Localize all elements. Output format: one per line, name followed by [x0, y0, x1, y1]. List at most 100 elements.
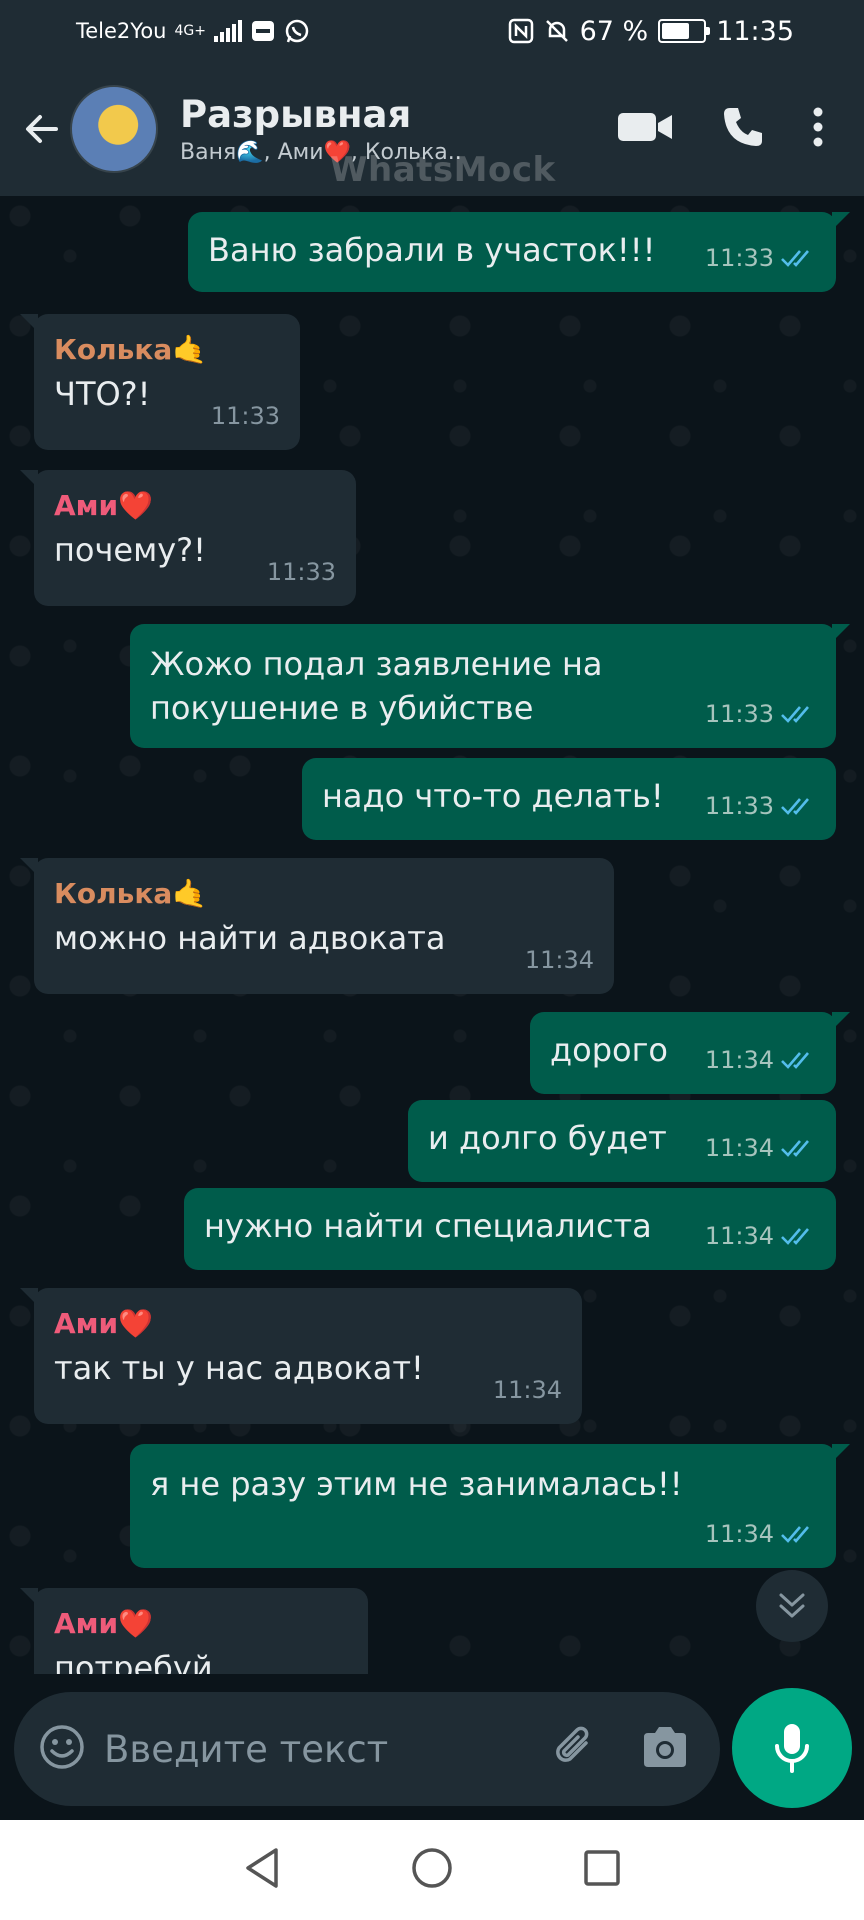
message-outgoing[interactable]: дорого 11:34 — [530, 1012, 850, 1094]
battery-percent: 67 % — [579, 15, 649, 47]
message-input[interactable]: Введите текст — [104, 1728, 548, 1771]
triangle-back-icon — [246, 1848, 278, 1888]
video-camera-icon — [618, 113, 672, 141]
camera-icon — [644, 1727, 686, 1767]
message-time: 11:33 — [704, 792, 774, 820]
read-ticks-icon — [781, 798, 809, 815]
message-outgoing[interactable]: и долго будет 11:34 — [408, 1100, 836, 1182]
message-incoming[interactable]: Ами❤️ почему?! 11:33 — [20, 470, 356, 606]
message-incoming[interactable]: Ами❤️ потребуй — [20, 1588, 368, 1674]
whatsapp-status-icon — [284, 18, 310, 44]
message-meta: 11:33 — [705, 236, 816, 280]
message-composer: Введите текст — [14, 1692, 720, 1806]
message-outgoing[interactable]: я не разу этим не занималась!! 11:34 — [130, 1444, 850, 1568]
message-text: я не разу этим не занималась!! — [150, 1465, 683, 1503]
carrier-name: Tele2You — [76, 19, 167, 43]
message-text: почему?! — [54, 531, 206, 569]
phone-icon — [724, 108, 762, 146]
nfc-icon — [508, 18, 534, 44]
nav-recents-button[interactable] — [582, 1848, 622, 1892]
emoji-icon — [40, 1725, 84, 1769]
message-outgoing[interactable]: нужно найти специалиста 11:34 — [184, 1188, 836, 1270]
sender-name: Колька🤙 — [54, 877, 208, 910]
message-meta: 11:34 — [493, 1368, 562, 1412]
message-text: Жожо подал заявление на — [150, 645, 603, 683]
message-meta: 11:33 — [267, 550, 336, 594]
message-meta: 11:34 — [705, 1214, 816, 1258]
message-meta: 11:34 — [705, 1512, 816, 1556]
message-text: надо что-то делать! — [322, 777, 664, 815]
message-meta: 11:34 — [705, 1038, 816, 1082]
network-type: 4G+ — [174, 23, 207, 39]
message-time: 11:34 — [704, 1520, 774, 1548]
message-outgoing[interactable]: Жожо подал заявление на покушение в убий… — [130, 624, 850, 748]
system-navigation-bar — [0, 1820, 864, 1920]
microphone-icon — [775, 1724, 809, 1773]
sender-name: Колька🤙 — [54, 333, 208, 366]
nav-home-button[interactable] — [410, 1846, 454, 1894]
read-ticks-icon — [781, 706, 809, 723]
scroll-to-bottom-button[interactable] — [756, 1570, 828, 1642]
message-text: ЧТО?! — [54, 375, 151, 413]
message-incoming[interactable]: Колька🤙 ЧТО?! 11:33 — [20, 314, 300, 450]
video-call-button[interactable] — [616, 107, 674, 151]
message-time: 11:34 — [704, 1134, 774, 1162]
message-meta: 11:33 — [705, 692, 816, 736]
message-time: 11:33 — [266, 558, 336, 586]
camera-button[interactable] — [640, 1725, 690, 1773]
sender-name: Ами❤️ — [54, 1307, 154, 1340]
silent-bell-icon — [544, 18, 570, 44]
message-time: 11:33 — [210, 402, 280, 430]
more-options-button[interactable] — [812, 106, 824, 152]
voice-call-button[interactable] — [720, 104, 766, 154]
sender-name: Ами❤️ — [54, 489, 154, 522]
circle-home-icon — [412, 1848, 452, 1888]
battery-icon — [658, 19, 711, 43]
attach-button[interactable] — [548, 1721, 600, 1777]
message-meta: 11:34 — [525, 938, 594, 982]
message-meta: 11:33 — [211, 394, 280, 438]
message-text: дорого — [550, 1031, 668, 1069]
watermark: WhatsMock — [330, 150, 556, 190]
message-text: Ваню забрали в участок!!! — [208, 231, 656, 269]
message-time: 11:34 — [704, 1222, 774, 1250]
clock: 11:35 — [716, 15, 794, 47]
read-ticks-icon — [781, 1052, 809, 1069]
more-vert-icon — [813, 107, 823, 147]
message-text: нужно найти специалиста — [204, 1207, 652, 1245]
read-ticks-icon — [781, 1140, 809, 1157]
group-avatar[interactable] — [70, 85, 158, 173]
message-text: потребуй — [54, 1649, 213, 1674]
message-time: 11:34 — [492, 1376, 562, 1404]
nav-back-button[interactable] — [242, 1846, 282, 1894]
sender-name: Ами❤️ — [54, 1607, 154, 1640]
status-bar: Tele2You 4G+ 67 % 11:35 — [0, 0, 864, 62]
arrow-left-icon — [26, 115, 58, 143]
voice-record-button[interactable] — [732, 1688, 852, 1808]
message-incoming[interactable]: Ами❤️ так ты у нас адвокат! 11:34 — [20, 1288, 582, 1424]
message-text: можно найти адвоката — [54, 919, 446, 957]
message-outgoing[interactable]: Ваню забрали в участок!!! 11:33 — [188, 212, 850, 292]
read-ticks-icon — [781, 1526, 809, 1543]
read-ticks-icon — [781, 1228, 809, 1245]
message-text: и долго будет — [428, 1119, 667, 1157]
back-button[interactable] — [16, 103, 68, 155]
message-time: 11:33 — [704, 244, 774, 272]
message-time: 11:34 — [524, 946, 594, 974]
square-recents-icon — [584, 1850, 620, 1886]
chat-title: Разрывная — [180, 93, 412, 136]
message-time: 11:33 — [704, 700, 774, 728]
signal-icon — [214, 20, 242, 42]
message-incoming[interactable]: Колька🤙 можно найти адвоката 11:34 — [20, 858, 614, 994]
chevron-double-down-icon — [779, 1593, 805, 1618]
message-meta: 11:33 — [705, 784, 816, 828]
message-outgoing[interactable]: надо что-то делать! 11:33 — [302, 758, 836, 840]
huawei-app-icon — [250, 18, 276, 44]
message-text: так ты у нас адвокат! — [54, 1349, 424, 1387]
read-ticks-icon — [781, 250, 809, 267]
chat-area[interactable]: Ваню забрали в участок!!! 11:33 Колька🤙 … — [0, 196, 864, 1674]
paperclip-icon — [556, 1726, 589, 1762]
message-meta: 11:34 — [705, 1126, 816, 1170]
emoji-button[interactable] — [38, 1723, 86, 1775]
message-time: 11:34 — [704, 1046, 774, 1074]
